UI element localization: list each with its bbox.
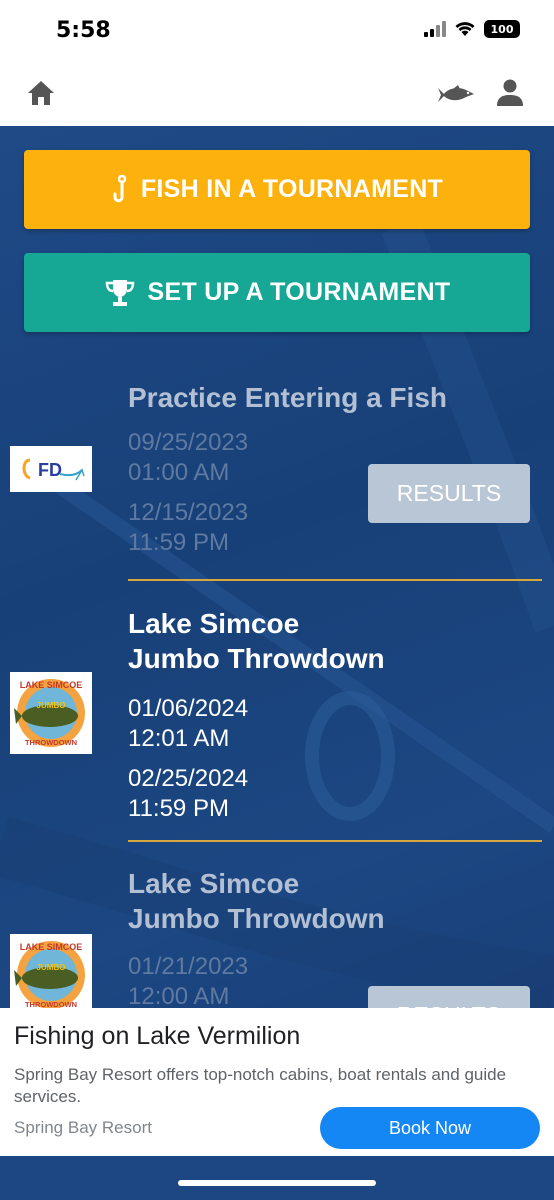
- end-date: 12/15/2023: [128, 499, 249, 526]
- bottom-bar: [0, 1156, 554, 1200]
- results-button[interactable]: RESULTS: [368, 464, 530, 523]
- status-bar: 5:58 100: [0, 0, 554, 62]
- start-date: 09/25/2023: [128, 429, 249, 456]
- start-time: 12:01 AM: [128, 725, 230, 752]
- lake-simcoe-logo-image: LAKE SIMCOE JUMBO THROWDOWN: [14, 679, 85, 747]
- fish-in-tournament-label: FISH IN A TOURNAMENT: [140, 175, 444, 203]
- tournament-title-line2: Jumbo Throwdown: [128, 903, 385, 934]
- svg-text:JUMBO: JUMBO: [37, 701, 66, 710]
- tournament-title-line2: Jumbo Throwdown: [128, 643, 385, 674]
- lake-simcoe-logo: LAKE SIMCOE JUMBO THROWDOWN: [10, 672, 92, 754]
- start-time: 01:00 AM: [128, 459, 230, 486]
- tournament-title-line1: Lake Simcoe: [128, 868, 300, 899]
- status-icons: 100: [424, 20, 520, 38]
- top-nav-bar: [0, 62, 554, 126]
- ad-title[interactable]: Fishing on Lake Vermilion: [14, 1022, 300, 1051]
- wifi-icon: [455, 22, 475, 36]
- end-date: 02/25/2024: [128, 765, 249, 792]
- end-time: 11:59 PM: [128, 529, 229, 556]
- battery-icon: 100: [484, 20, 520, 38]
- svg-text:LAKE SIMCOE: LAKE SIMCOE: [20, 680, 83, 690]
- tournament-title: Practice Entering a Fish: [128, 382, 447, 413]
- svg-text:FD: FD: [38, 460, 62, 480]
- divider: [128, 840, 542, 842]
- home-icon[interactable]: [26, 78, 56, 108]
- start-date: 01/06/2024: [128, 695, 249, 722]
- tournament-entry-lake-simcoe-2023[interactable]: Lake Simcoe Jumbo Throwdown LAKE SIMCOE …: [0, 866, 554, 1045]
- tournament-title-line1: Lake Simcoe: [128, 608, 300, 639]
- fd-logo-image: FD: [22, 458, 85, 481]
- fish-icon[interactable]: [436, 84, 476, 106]
- hook-icon: [113, 174, 127, 202]
- fd-logo: FD: [10, 446, 92, 492]
- lake-simcoe-logo: LAKE SIMCOE JUMBO THROWDOWN: [10, 934, 92, 1016]
- book-now-button[interactable]: Book Now: [320, 1107, 540, 1149]
- user-icon[interactable]: [496, 78, 524, 108]
- svg-text:LAKE SIMCOE: LAKE SIMCOE: [20, 942, 83, 952]
- tournament-list-panel: FISH IN A TOURNAMENT SET UP A TOURNAMENT…: [0, 126, 554, 1156]
- set-up-tournament-button[interactable]: SET UP A TOURNAMENT: [24, 253, 530, 332]
- divider: [128, 579, 542, 581]
- status-time: 5:58: [56, 18, 111, 43]
- ad-source: Spring Bay Resort: [14, 1118, 152, 1137]
- svg-text:THROWDOWN: THROWDOWN: [25, 738, 77, 747]
- start-date: 01/21/2023: [128, 953, 249, 980]
- set-up-tournament-label: SET UP A TOURNAMENT: [147, 278, 451, 306]
- svg-text:JUMBO: JUMBO: [37, 963, 66, 972]
- tournament-entry-lake-simcoe-2024[interactable]: Lake Simcoe Jumbo Throwdown LAKE SIMCOE …: [0, 604, 554, 834]
- tournament-entry-practice[interactable]: Practice Entering a Fish FD 09/25/2023 0…: [0, 374, 554, 584]
- trophy-icon: [105, 279, 134, 306]
- signal-icon: [424, 21, 446, 37]
- ad-banner[interactable]: Fishing on Lake Vermilion Spring Bay Res…: [0, 1008, 554, 1156]
- home-indicator[interactable]: [178, 1180, 376, 1186]
- fish-in-tournament-button[interactable]: FISH IN A TOURNAMENT: [24, 150, 530, 229]
- ad-description: Spring Bay Resort offers top-notch cabin…: [14, 1065, 507, 1106]
- end-time: 11:59 PM: [128, 795, 229, 822]
- lake-simcoe-logo-image: LAKE SIMCOE JUMBO THROWDOWN: [14, 941, 85, 1009]
